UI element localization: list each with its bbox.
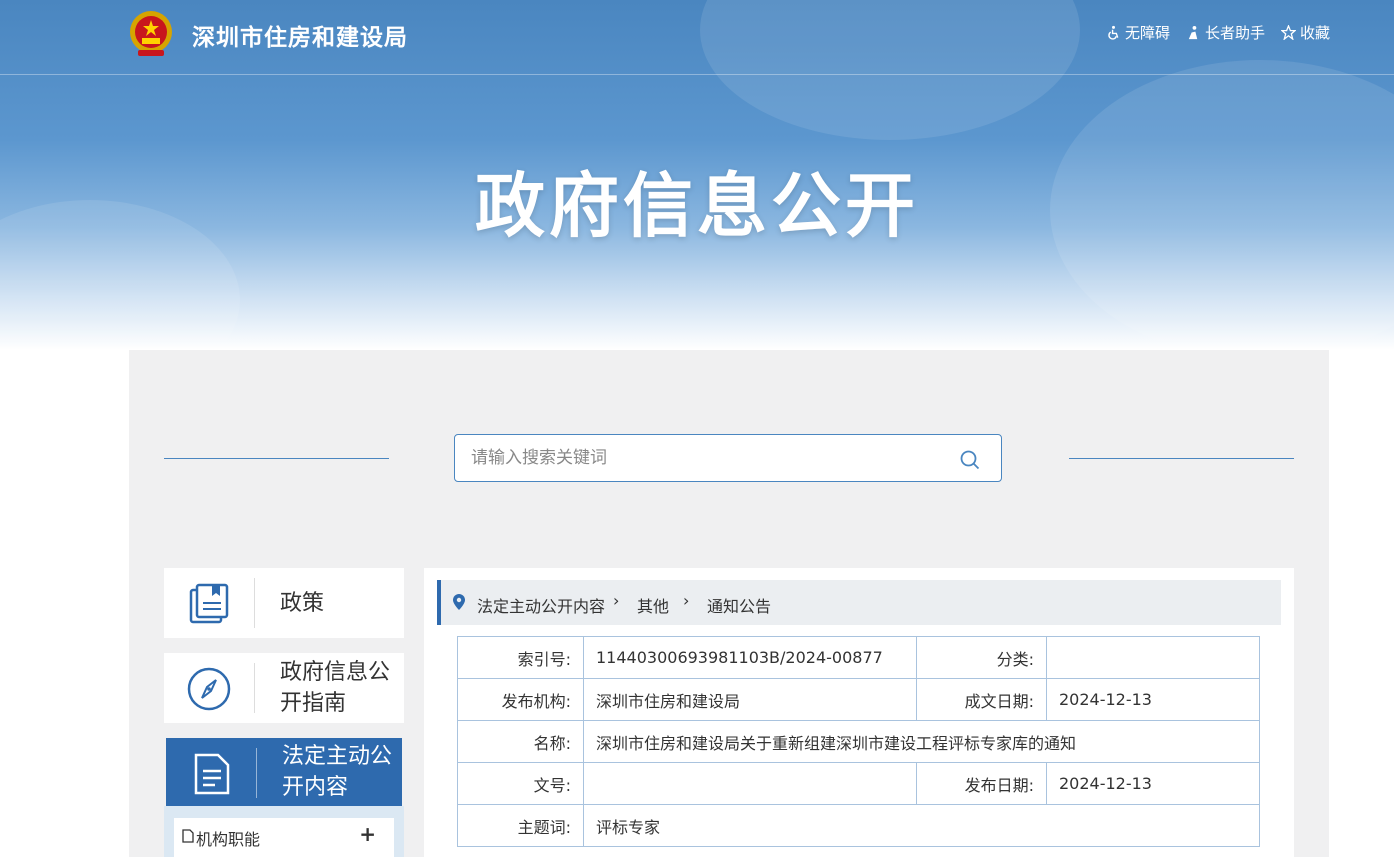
chevron-right-icon: › (683, 591, 690, 610)
expand-toggle[interactable]: + (359, 822, 376, 846)
meta-value (1046, 636, 1260, 679)
header-banner: 深圳市住房和建设局 无障碍 长者助手 收藏 政府信息公开 (0, 0, 1394, 350)
content-panel: 法定主动公开内容 › 其他 › 通知公告 索引号: 11440300693981… (424, 568, 1294, 857)
top-bar: 深圳市住房和建设局 无障碍 长者助手 收藏 (0, 0, 1394, 75)
breadcrumb-item[interactable]: 其他 (637, 593, 669, 617)
sidebar-item-statutory-content[interactable]: 法定主动公开内容 (166, 738, 402, 806)
chevron-right-icon: › (613, 591, 620, 610)
meta-value: 11440300693981103B/2024-00877 (583, 636, 917, 679)
sidebar-divider (254, 663, 255, 713)
sidebar-item-guide[interactable]: 政府信息公开指南 (164, 653, 404, 723)
search-divider-left (164, 458, 389, 459)
national-emblem-icon (130, 11, 172, 56)
meta-key: 主题词: (457, 804, 584, 847)
search-divider-right (1069, 458, 1294, 459)
search-input[interactable] (469, 447, 943, 469)
breadcrumb-item[interactable]: 法定主动公开内容 (477, 593, 605, 617)
document-icon (194, 753, 230, 795)
meta-key: 名称: (457, 720, 584, 763)
page-icon (182, 829, 194, 843)
sidebar-subpanel: 机构职能 + (164, 806, 404, 857)
favorite-link[interactable]: 收藏 (1280, 22, 1330, 43)
meta-key: 文号: (457, 762, 584, 805)
elder-assistant-label: 长者助手 (1204, 24, 1265, 42)
compass-icon (187, 667, 231, 711)
meta-value (583, 762, 917, 805)
sidebar-item-label: 法定主动公开内容 (282, 744, 393, 800)
meta-value: 2024-12-13 (1046, 762, 1260, 805)
meta-key: 分类: (916, 636, 1047, 679)
accessibility-link[interactable]: 无障碍 (1106, 22, 1170, 43)
sidebar-subitem-institution[interactable]: 机构职能 + (174, 818, 394, 857)
meta-value: 评标专家 (583, 804, 1260, 847)
favorite-label: 收藏 (1299, 24, 1330, 42)
breadcrumb-item[interactable]: 通知公告 (707, 593, 771, 617)
meta-value: 2024-12-13 (1046, 678, 1260, 721)
table-row: 发布机构: 深圳市住房和建设局 成文日期: 2024-12-13 (457, 678, 1260, 721)
sidebar-divider (254, 578, 255, 628)
table-row: 索引号: 11440300693981103B/2024-00877 分类: (457, 636, 1260, 679)
location-pin-icon (453, 594, 465, 610)
elder-icon (1188, 25, 1198, 40)
accessibility-label: 无障碍 (1124, 24, 1170, 42)
sidebar-item-policy[interactable]: 政策 (164, 568, 404, 638)
meta-value: 深圳市住房和建设局关于重新组建深圳市建设工程评标专家库的通知 (583, 720, 1260, 763)
breadcrumb: 法定主动公开内容 › 其他 › 通知公告 (437, 580, 1281, 625)
meta-value: 深圳市住房和建设局 (583, 678, 917, 721)
table-row: 名称: 深圳市住房和建设局关于重新组建深圳市建设工程评标专家库的通知 (457, 720, 1260, 763)
document-meta-table: 索引号: 11440300693981103B/2024-00877 分类: 发… (457, 636, 1260, 847)
star-icon (1280, 25, 1296, 40)
table-row: 主题词: 评标专家 (457, 804, 1260, 847)
meta-key: 成文日期: (916, 678, 1047, 721)
book-icon (189, 583, 229, 624)
elder-assistant-link[interactable]: 长者助手 (1186, 22, 1265, 43)
sidebar-subitem-label: 机构职能 (196, 830, 261, 849)
sidebar-divider (256, 748, 257, 798)
top-links: 无障碍 长者助手 收藏 (1106, 22, 1330, 43)
meta-key: 发布机构: (457, 678, 584, 721)
meta-key: 发布日期: (916, 762, 1047, 805)
main-panel: 政策 政府信息公开指南 法定主动公开内容 机构职能 + (129, 350, 1329, 857)
sidebar-item-label: 政策 (280, 591, 325, 616)
site-title[interactable]: 深圳市住房和建设局 (192, 18, 408, 52)
search-box (454, 434, 1002, 482)
sidebar-item-label: 政府信息公开指南 (280, 660, 391, 716)
table-row: 文号: 发布日期: 2024-12-13 (457, 762, 1260, 805)
wheelchair-icon (1108, 25, 1119, 40)
search-icon[interactable] (959, 449, 981, 471)
meta-key: 索引号: (457, 636, 584, 679)
hero-title: 政府信息公开 (475, 165, 919, 247)
